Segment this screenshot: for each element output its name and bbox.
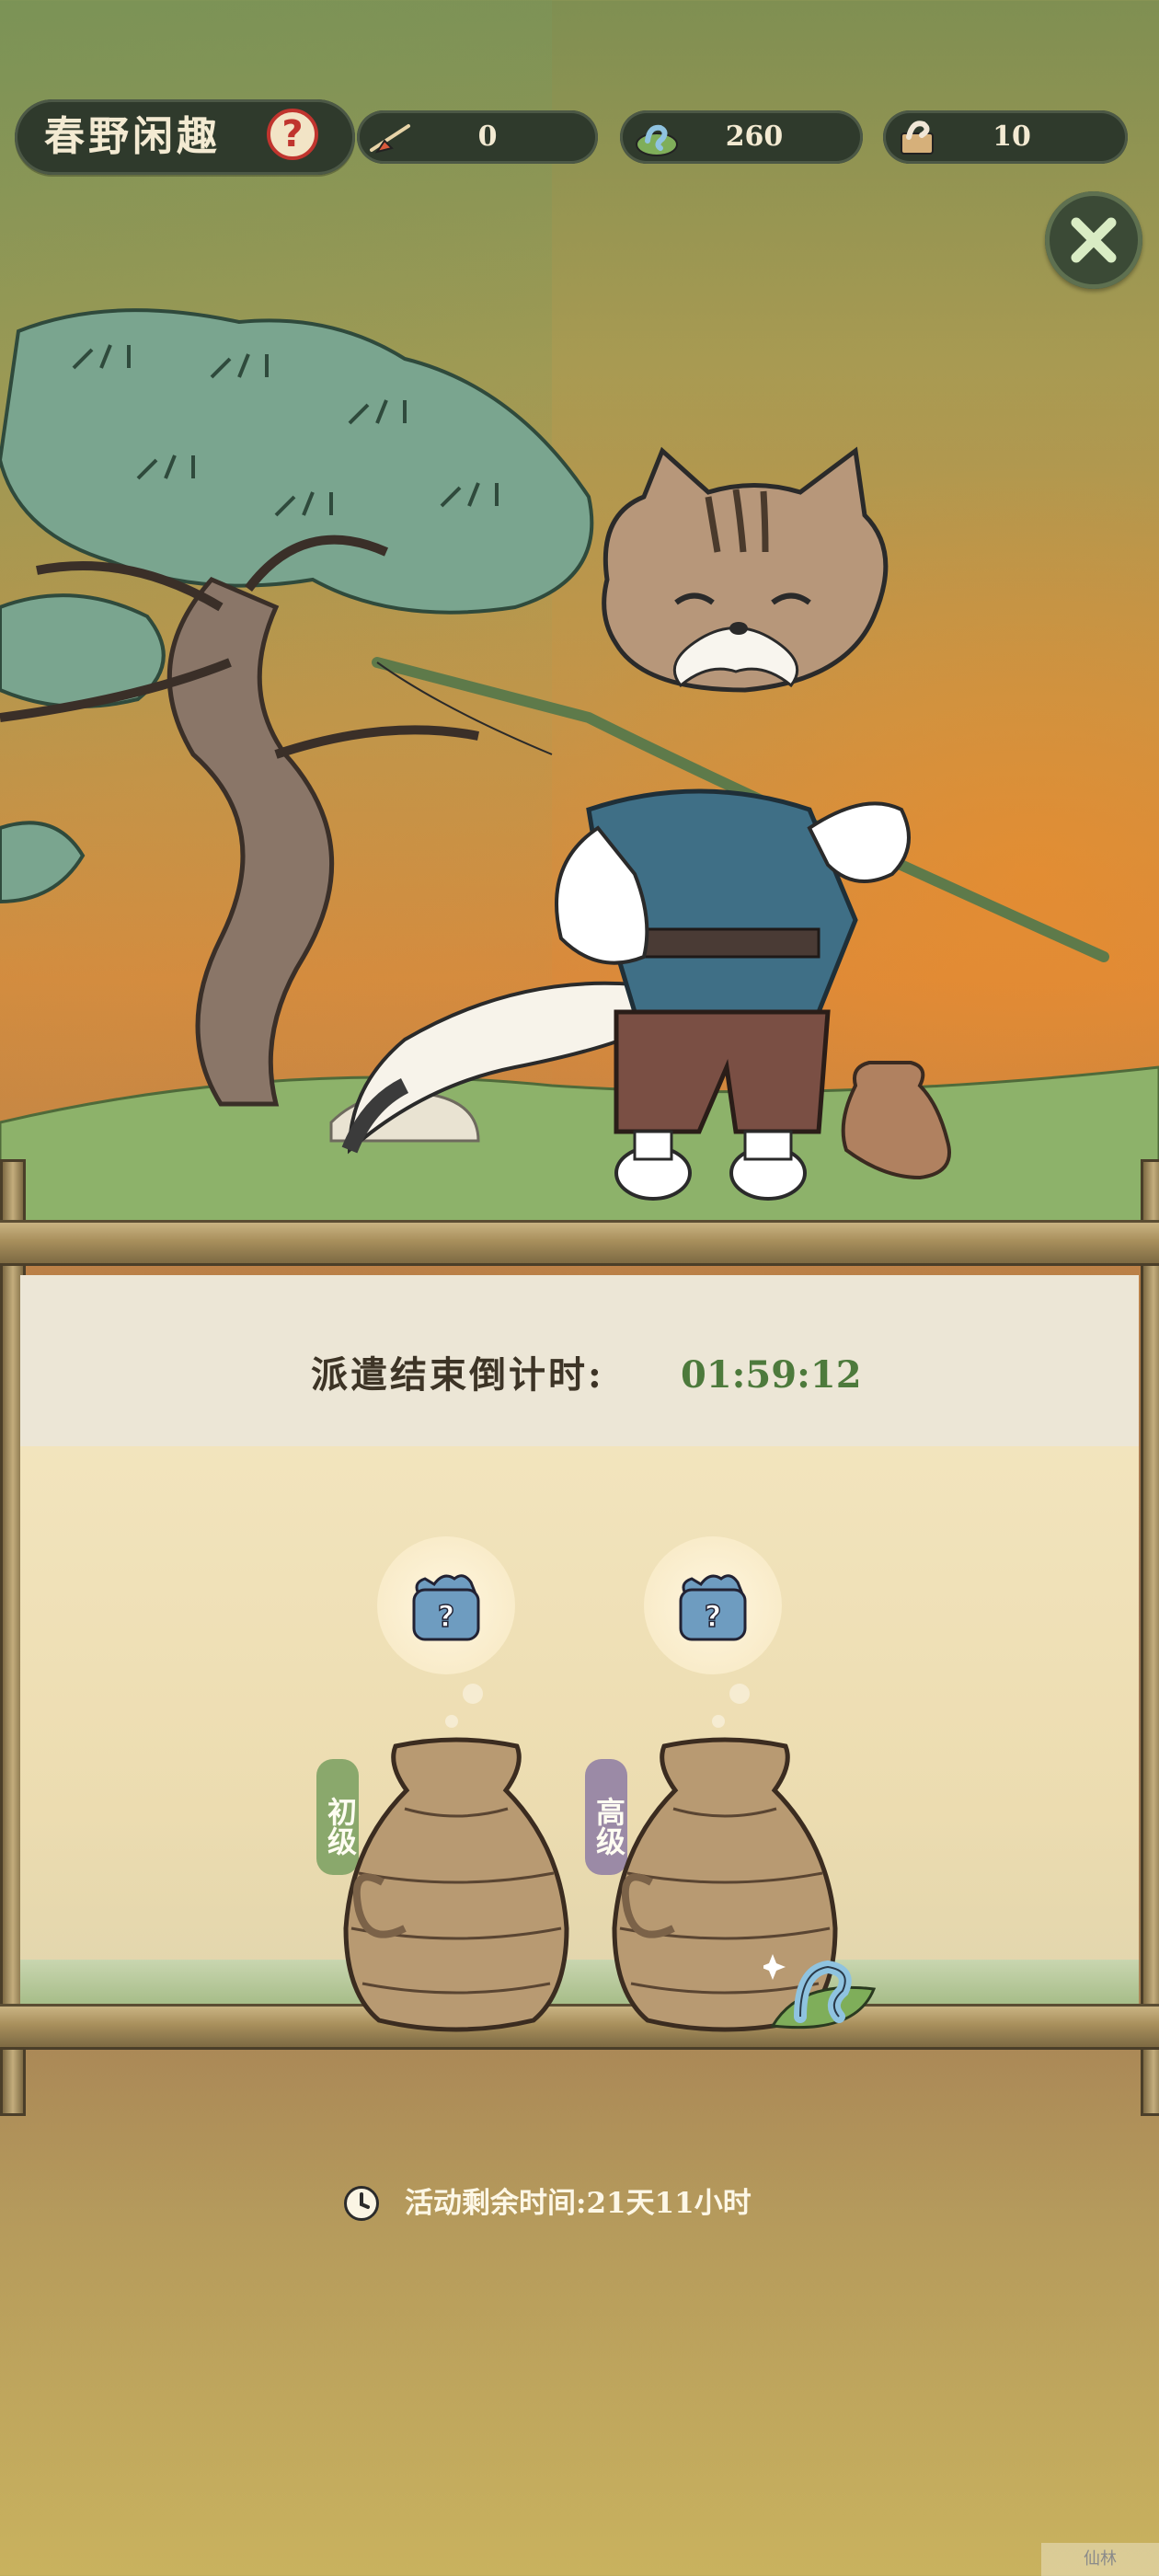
bamboo-rail-top — [0, 1220, 1159, 1266]
dispatch-panel-body — [20, 1446, 1139, 1971]
event-remaining-time: 活动剩余时间:21天11小时 — [405, 2187, 752, 2220]
bamboo-rail-bottom — [0, 2004, 1159, 2050]
mystery-gift-glyph: ? — [705, 1599, 722, 1634]
resource-value-rod: 0 — [477, 121, 498, 153]
worm-bait-leaf-icon[interactable] — [763, 1943, 883, 2042]
close-button[interactable] — [1045, 191, 1142, 289]
scene-illustration — [0, 308, 1159, 1251]
bubble-dot — [463, 1684, 483, 1704]
help-question-icon[interactable]: ? — [267, 109, 318, 160]
worm-bait-icon — [636, 124, 678, 156]
mystery-gift-glyph: ? — [438, 1599, 455, 1634]
mystery-gift-bundle-icon: ? — [412, 1574, 480, 1641]
event-title: 春野闲趣 — [44, 113, 221, 160]
tree-trunk — [166, 576, 335, 1107]
creel-basket — [841, 1061, 951, 1180]
dispatch-countdown-timer: 01:59:12 — [681, 1353, 862, 1397]
mystery-gift-bundle-icon: ? — [679, 1574, 747, 1641]
bubble-dot — [445, 1715, 458, 1728]
clock-icon — [344, 2186, 379, 2221]
resource-value-ticket: 10 — [993, 121, 1031, 153]
fishing-rod-icon — [370, 124, 410, 154]
resource-value-bait: 260 — [725, 121, 784, 153]
dispatch-countdown-label: 派遣结束倒计时: — [311, 1353, 604, 1397]
cat-belt — [633, 927, 820, 959]
panel-grass-strip — [20, 1960, 1139, 2004]
bubble-dot — [712, 1715, 725, 1728]
bamboo-post-right — [1141, 1159, 1159, 2116]
close-x-icon — [1071, 217, 1117, 263]
watermark: 仙林 — [1041, 2543, 1159, 2576]
fish-basket-basic[interactable] — [340, 1735, 572, 2039]
bubble-dot — [729, 1684, 750, 1704]
fishing-ticket-icon — [901, 121, 934, 155]
